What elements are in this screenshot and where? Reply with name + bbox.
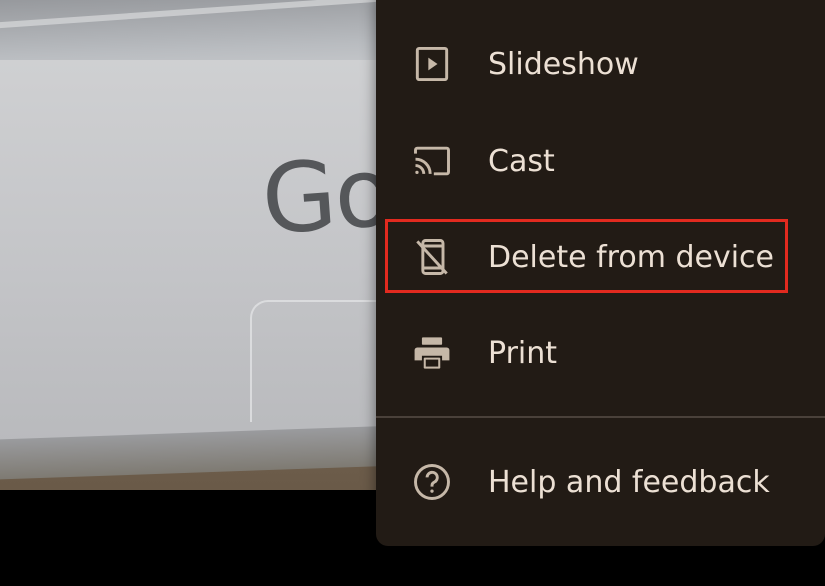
menu-item-cast[interactable]: Cast — [376, 113, 825, 209]
screen: Go Slideshow Cast Delete from device Pri… — [0, 0, 825, 586]
menu-item-delete-from-device[interactable]: Delete from device — [376, 209, 825, 305]
menu-item-slideshow[interactable]: Slideshow — [376, 16, 825, 112]
menu-item-label: Help and feedback — [488, 464, 770, 500]
menu-item-help-and-feedback[interactable]: Help and feedback — [376, 434, 825, 530]
menu-item-label: Print — [488, 335, 558, 371]
slideshow-icon — [408, 40, 456, 88]
help-icon — [408, 458, 456, 506]
cast-icon — [408, 137, 456, 185]
menu-item-print[interactable]: Print — [376, 305, 825, 401]
menu-item-label: Delete from device — [488, 239, 774, 275]
overflow-menu: Slideshow Cast Delete from device Print … — [376, 0, 825, 546]
delete-from-device-icon — [408, 233, 456, 281]
menu-item-label: Cast — [488, 143, 555, 179]
menu-item-label: Slideshow — [488, 46, 639, 82]
box-logo-text: Go — [258, 135, 395, 257]
menu-divider — [376, 416, 825, 418]
print-icon — [408, 329, 456, 377]
